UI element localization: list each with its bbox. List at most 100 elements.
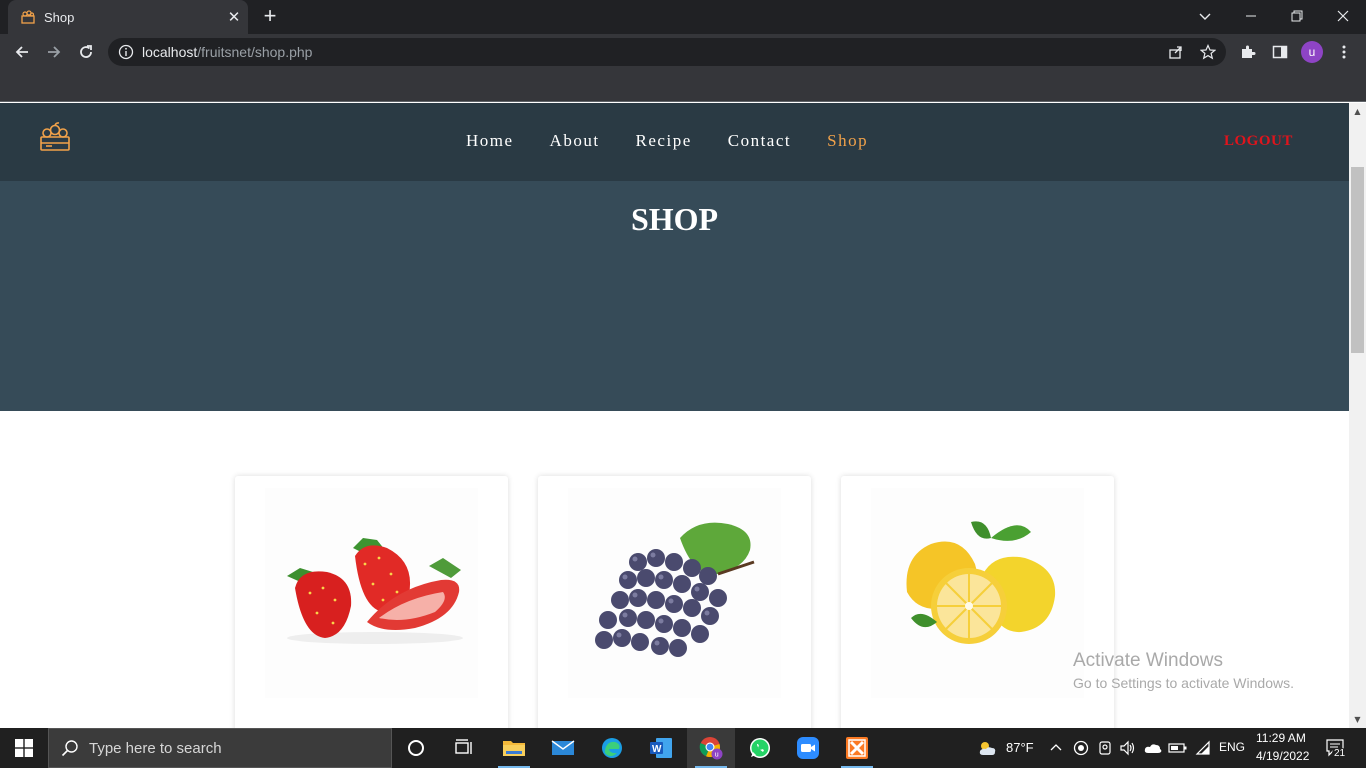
browser-menu-button[interactable]: [1332, 40, 1356, 64]
meet-now-button[interactable]: [1095, 738, 1115, 758]
tab-strip: Shop ✕ +: [0, 0, 1366, 34]
input-language[interactable]: ENG: [1219, 740, 1245, 754]
windows-logo-icon: [15, 739, 33, 757]
url-path: /fruitsnet/shop.php: [197, 44, 313, 60]
speaker-icon: [1120, 740, 1135, 756]
taskbar-search-box[interactable]: Type here to search: [48, 728, 392, 768]
fruit-basket-favicon-icon: [21, 10, 35, 24]
word-app[interactable]: W: [637, 728, 685, 768]
tab-close-icon[interactable]: ✕: [220, 8, 248, 26]
xampp-app[interactable]: [833, 728, 881, 768]
forward-button[interactable]: [40, 38, 68, 66]
battery-icon: [1168, 743, 1187, 753]
file-explorer-app[interactable]: [490, 728, 538, 768]
activate-windows-watermark: Activate Windows Go to Settings to activ…: [1073, 650, 1294, 691]
mail-icon: [551, 740, 575, 755]
chrome-icon: u: [699, 737, 723, 760]
task-view-button[interactable]: [440, 728, 488, 768]
edge-browser-app[interactable]: [588, 728, 636, 768]
weather-button[interactable]: [975, 738, 999, 758]
arrow-left-icon: [15, 46, 28, 58]
product-card-grapes[interactable]: [538, 476, 811, 728]
site-header: Home About Recipe Contact Shop LOGOUT: [0, 103, 1349, 181]
scroll-down-arrow-icon[interactable]: ▼: [1349, 711, 1366, 728]
camera-icon: [1099, 741, 1111, 755]
nav-recipe-link[interactable]: Recipe: [636, 131, 692, 151]
chevron-up-icon: [1050, 744, 1062, 751]
notification-count-badge: 21: [1332, 748, 1348, 759]
browser-tab[interactable]: Shop ✕: [8, 0, 248, 34]
watermark-subtitle: Go to Settings to activate Windows.: [1073, 675, 1294, 691]
nav-home-link[interactable]: Home: [466, 131, 514, 151]
show-hidden-icons-button[interactable]: [1046, 738, 1066, 758]
minimize-icon: [1246, 15, 1256, 17]
url-text: localhost/fruitsnet/shop.php: [142, 44, 312, 60]
info-icon[interactable]: [118, 44, 134, 60]
extensions-button[interactable]: [1236, 40, 1260, 64]
star-icon: [1200, 44, 1216, 60]
minimize-button[interactable]: [1228, 0, 1274, 32]
bookmark-button[interactable]: [1196, 40, 1220, 64]
address-bar[interactable]: localhost/fruitsnet/shop.php: [108, 38, 1226, 66]
profile-avatar[interactable]: u: [1301, 41, 1323, 63]
edge-icon: [602, 738, 622, 758]
cloud-icon: [1144, 744, 1162, 753]
reload-icon: [80, 45, 92, 58]
volume-button[interactable]: [1118, 738, 1138, 758]
search-icon: [61, 740, 78, 757]
scrollbar-thumb[interactable]: [1351, 167, 1364, 353]
more-vertical-icon: [1342, 45, 1346, 59]
tab-search-button[interactable]: [1182, 0, 1228, 32]
weather-temperature[interactable]: 87°F: [1006, 740, 1034, 755]
browser-toolbar: localhost/fruitsnet/shop.php: [0, 34, 1366, 70]
whatsapp-icon: [750, 738, 770, 758]
task-view-icon: [455, 739, 472, 754]
fruit-basket-logo-icon[interactable]: [38, 121, 72, 155]
share-button[interactable]: [1164, 40, 1188, 64]
nav-about-link[interactable]: About: [550, 131, 600, 151]
svg-text:W: W: [652, 744, 662, 755]
nav-shop-link[interactable]: Shop: [827, 131, 868, 151]
cortana-circle-icon: [408, 740, 424, 756]
chevron-down-icon: [1199, 13, 1211, 20]
new-tab-button[interactable]: +: [258, 5, 282, 29]
tab-title: Shop: [44, 9, 75, 25]
zoom-video-icon: [797, 737, 819, 759]
svg-text:u: u: [715, 752, 719, 759]
reload-button[interactable]: [72, 38, 100, 66]
xampp-icon: [846, 737, 868, 759]
url-host: localhost: [142, 44, 198, 60]
back-button[interactable]: [8, 38, 36, 66]
whatsapp-app[interactable]: [736, 728, 784, 768]
scroll-up-arrow-icon[interactable]: ▲: [1349, 103, 1366, 120]
logout-link[interactable]: LOGOUT: [1224, 133, 1293, 150]
windows-taskbar: Type here to search W u 87°F ENG 11:29 A…: [0, 728, 1366, 768]
clock-date[interactable]: 4/19/2022: [1256, 749, 1309, 763]
cortana-button[interactable]: [392, 728, 440, 768]
wifi-icon: [1195, 740, 1210, 755]
battery-button[interactable]: [1168, 738, 1188, 758]
clock-time[interactable]: 11:29 AM: [1256, 731, 1306, 745]
weather-partly-cloudy-icon: [979, 742, 996, 755]
close-icon: [1337, 10, 1349, 22]
product-card-strawberry[interactable]: [235, 476, 508, 728]
network-button[interactable]: [1193, 738, 1213, 758]
share-icon: [1169, 46, 1182, 59]
start-button[interactable]: [0, 728, 48, 768]
word-icon: W: [650, 738, 672, 758]
zoom-app[interactable]: [784, 728, 832, 768]
record-icon: [1073, 740, 1089, 756]
mail-app[interactable]: [539, 728, 587, 768]
chrome-app[interactable]: u: [687, 728, 735, 768]
search-placeholder: Type here to search: [89, 739, 222, 757]
record-tray-button[interactable]: [1071, 738, 1091, 758]
puzzle-icon: [1242, 45, 1256, 58]
nav-contact-link[interactable]: Contact: [728, 131, 791, 151]
lemon-image: [871, 488, 1084, 698]
main-nav: Home About Recipe Contact Shop: [466, 131, 904, 151]
side-panel-button[interactable]: [1268, 40, 1292, 64]
close-window-button[interactable]: [1320, 0, 1366, 32]
restore-button[interactable]: [1274, 0, 1320, 32]
onedrive-button[interactable]: [1143, 738, 1163, 758]
page-scrollbar[interactable]: ▲ ▼: [1349, 103, 1366, 728]
